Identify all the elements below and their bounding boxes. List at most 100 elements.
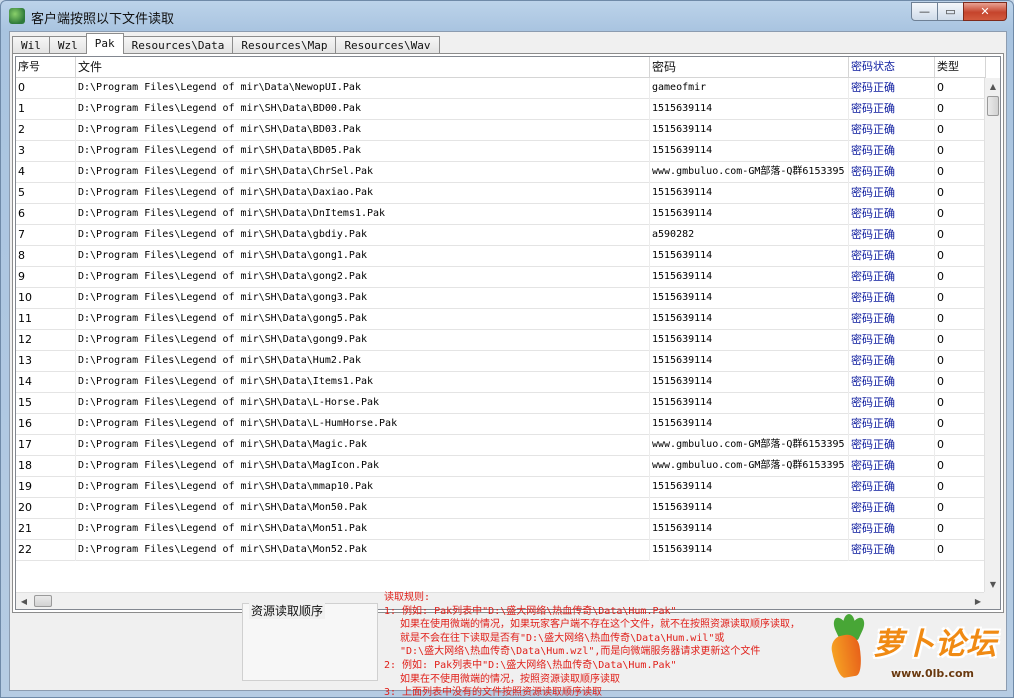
column-file-cell: D:\Program Files\Legend of mir\SH\Data\D… xyxy=(76,204,650,225)
tab-resources-data[interactable]: Resources\Data xyxy=(122,36,234,54)
column-index-cell: 3 xyxy=(16,141,76,162)
table-row[interactable]: 5 D:\Program Files\Legend of mir\SH\Data\… xyxy=(16,183,986,204)
column-password-cell: www.gmbuluo.com-GM部落-Q群6153395 xyxy=(650,435,849,456)
column-file-header[interactable]: 文件 xyxy=(76,57,650,78)
column-type-cell: 0 xyxy=(935,288,986,309)
table-row[interactable]: 14 D:\Program Files\Legend of mir\SH\Data… xyxy=(16,372,986,393)
table-row[interactable]: 10 D:\Program Files\Legend of mir\SH\Data… xyxy=(16,288,986,309)
column-password-cell: 1515639114 xyxy=(650,309,849,330)
table-row[interactable]: 7 D:\Program Files\Legend of mir\SH\Data\… xyxy=(16,225,986,246)
table-row[interactable]: 0 D:\Program Files\Legend of mir\Data\New… xyxy=(16,78,986,99)
scroll-down-icon[interactable]: ▼ xyxy=(985,576,1000,592)
column-index-cell: 10 xyxy=(16,288,76,309)
column-password-status-cell: 密码正确 xyxy=(849,372,935,393)
column-password-cell: 1515639114 xyxy=(650,330,849,351)
column-index-cell: 17 xyxy=(16,435,76,456)
column-password-cell: 1515639114 xyxy=(650,288,849,309)
column-type-cell: 0 xyxy=(935,519,986,540)
rule-line: "D:\盛大网络\热血传奇\Data\Hum.wzl",而是向微端服务器请求更新… xyxy=(400,646,761,658)
column-index-header[interactable]: 序号 xyxy=(16,57,76,78)
vertical-scroll-thumb[interactable] xyxy=(987,96,999,116)
table-row[interactable]: 22 D:\Program Files\Legend of mir\SH\Data… xyxy=(16,540,986,561)
table-row[interactable]: 19 D:\Program Files\Legend of mir\SH\Data… xyxy=(16,477,986,498)
tab-pak[interactable]: Pak xyxy=(85,33,124,54)
table-row[interactable]: 4 D:\Program Files\Legend of mir\SH\Data\… xyxy=(16,162,986,183)
column-password-status-cell: 密码正确 xyxy=(849,267,935,288)
column-type-cell: 0 xyxy=(935,498,986,519)
tab-resources-map[interactable]: Resources\Map xyxy=(232,36,337,54)
carrot-icon xyxy=(827,614,869,680)
column-index-cell: 18 xyxy=(16,456,76,477)
column-password-status-cell: 密码正确 xyxy=(849,393,935,414)
table-row[interactable]: 21 D:\Program Files\Legend of mir\SH\Data… xyxy=(16,519,986,540)
table-row[interactable]: 6 D:\Program Files\Legend of mir\SH\Data\… xyxy=(16,204,986,225)
title-bar[interactable]: 客户端按照以下文件读取 — ▭ ✕ xyxy=(1,1,1013,31)
column-type-cell: 0 xyxy=(935,99,986,120)
list-body: 0 D:\Program Files\Legend of mir\Data\New… xyxy=(16,78,986,592)
column-password-status-cell: 密码正确 xyxy=(849,183,935,204)
column-index-cell: 1 xyxy=(16,99,76,120)
scroll-up-icon[interactable]: ▲ xyxy=(985,78,1000,94)
column-password-cell: 1515639114 xyxy=(650,519,849,540)
tab-panel: 序号 文件 密码 密码状态 类型 0 D:\Program Files\Legend of… xyxy=(12,53,1004,613)
column-index-cell: 15 xyxy=(16,393,76,414)
column-index-cell: 16 xyxy=(16,414,76,435)
column-password-cell: gameofmir xyxy=(650,78,849,99)
column-password-header[interactable]: 密码 xyxy=(650,57,849,78)
resource-order-list[interactable]: 资源读取顺序 xyxy=(242,602,378,681)
table-row[interactable]: 13 D:\Program Files\Legend of mir\SH\Data… xyxy=(16,351,986,372)
table-row[interactable]: 1 D:\Program Files\Legend of mir\SH\Data\… xyxy=(16,99,986,120)
column-file-cell: D:\Program Files\Legend of mir\SH\Data\B… xyxy=(76,120,650,141)
watermark-text: 萝卜论坛 xyxy=(873,627,997,662)
column-password-status-header[interactable]: 密码状态 xyxy=(849,57,935,78)
maximize-button[interactable]: ▭ xyxy=(937,2,964,21)
tab-resources-wav[interactable]: Resources\Wav xyxy=(335,36,440,54)
column-password-cell: 1515639114 xyxy=(650,99,849,120)
table-row[interactable]: 20 D:\Program Files\Legend of mir\SH\Data… xyxy=(16,498,986,519)
column-password-cell: 1515639114 xyxy=(650,498,849,519)
list-header: 序号 文件 密码 密码状态 类型 xyxy=(16,57,986,78)
rules-heading: 读取规则: xyxy=(384,592,431,603)
rule-line: 2: 例如: Pak列表中"D:\盛大网络\热血传奇\Data\Hum.Pak" xyxy=(384,659,677,671)
column-index-cell: 7 xyxy=(16,225,76,246)
column-type-cell: 0 xyxy=(935,78,986,99)
column-password-cell: 1515639114 xyxy=(650,267,849,288)
table-row[interactable]: 15 D:\Program Files\Legend of mir\SH\Data… xyxy=(16,393,986,414)
table-row[interactable]: 12 D:\Program Files\Legend of mir\SH\Data… xyxy=(16,330,986,351)
table-row[interactable]: 18 D:\Program Files\Legend of mir\SH\Data… xyxy=(16,456,986,477)
tab-wil[interactable]: Wil xyxy=(12,36,50,54)
column-password-status-cell: 密码正确 xyxy=(849,351,935,372)
column-type-cell: 0 xyxy=(935,183,986,204)
column-password-cell: 1515639114 xyxy=(650,393,849,414)
minimize-icon: — xyxy=(919,5,930,18)
table-row[interactable]: 9 D:\Program Files\Legend of mir\SH\Data\… xyxy=(16,267,986,288)
horizontal-scroll-thumb[interactable] xyxy=(34,595,52,607)
column-file-cell: D:\Program Files\Legend of mir\SH\Data\B… xyxy=(76,141,650,162)
vertical-scrollbar[interactable]: ▲ ▼ xyxy=(984,78,1000,592)
tab-wzl[interactable]: Wzl xyxy=(48,36,87,54)
table-row[interactable]: 3 D:\Program Files\Legend of mir\SH\Data\… xyxy=(16,141,986,162)
file-list[interactable]: 序号 文件 密码 密码状态 类型 0 D:\Program Files\Legend of… xyxy=(15,56,1001,610)
column-password-status-cell: 密码正确 xyxy=(849,477,935,498)
client-area: Wil Wzl Pak Resources\Data Resources\Map Reso… xyxy=(9,31,1007,698)
table-row[interactable]: 2 D:\Program Files\Legend of mir\SH\Data\… xyxy=(16,120,986,141)
close-button[interactable]: ✕ xyxy=(963,2,1007,21)
column-type-cell: 0 xyxy=(935,141,986,162)
table-row[interactable]: 8 D:\Program Files\Legend of mir\SH\Data\… xyxy=(16,246,986,267)
column-file-cell: D:\Program Files\Legend of mir\SH\Data\g… xyxy=(76,330,650,351)
column-type-header[interactable]: 类型 xyxy=(935,57,986,78)
column-index-cell: 0 xyxy=(16,78,76,99)
table-row[interactable]: 16 D:\Program Files\Legend of mir\SH\Data… xyxy=(16,414,986,435)
minimize-button[interactable]: — xyxy=(911,2,938,21)
main-window: 客户端按照以下文件读取 — ▭ ✕ Wil Wzl Pak Resources\Dat… xyxy=(0,0,1014,698)
column-password-status-cell: 密码正确 xyxy=(849,435,935,456)
scroll-left-icon[interactable]: ◀ xyxy=(16,593,32,609)
column-file-cell: D:\Program Files\Legend of mir\SH\Data\M… xyxy=(76,519,650,540)
column-password-status-cell: 密码正确 xyxy=(849,162,935,183)
table-row[interactable]: 17 D:\Program Files\Legend of mir\SH\Data… xyxy=(16,435,986,456)
column-password-status-cell: 密码正确 xyxy=(849,99,935,120)
column-index-cell: 13 xyxy=(16,351,76,372)
column-index-cell: 14 xyxy=(16,372,76,393)
column-type-cell: 0 xyxy=(935,540,986,561)
table-row[interactable]: 11 D:\Program Files\Legend of mir\SH\Data… xyxy=(16,309,986,330)
